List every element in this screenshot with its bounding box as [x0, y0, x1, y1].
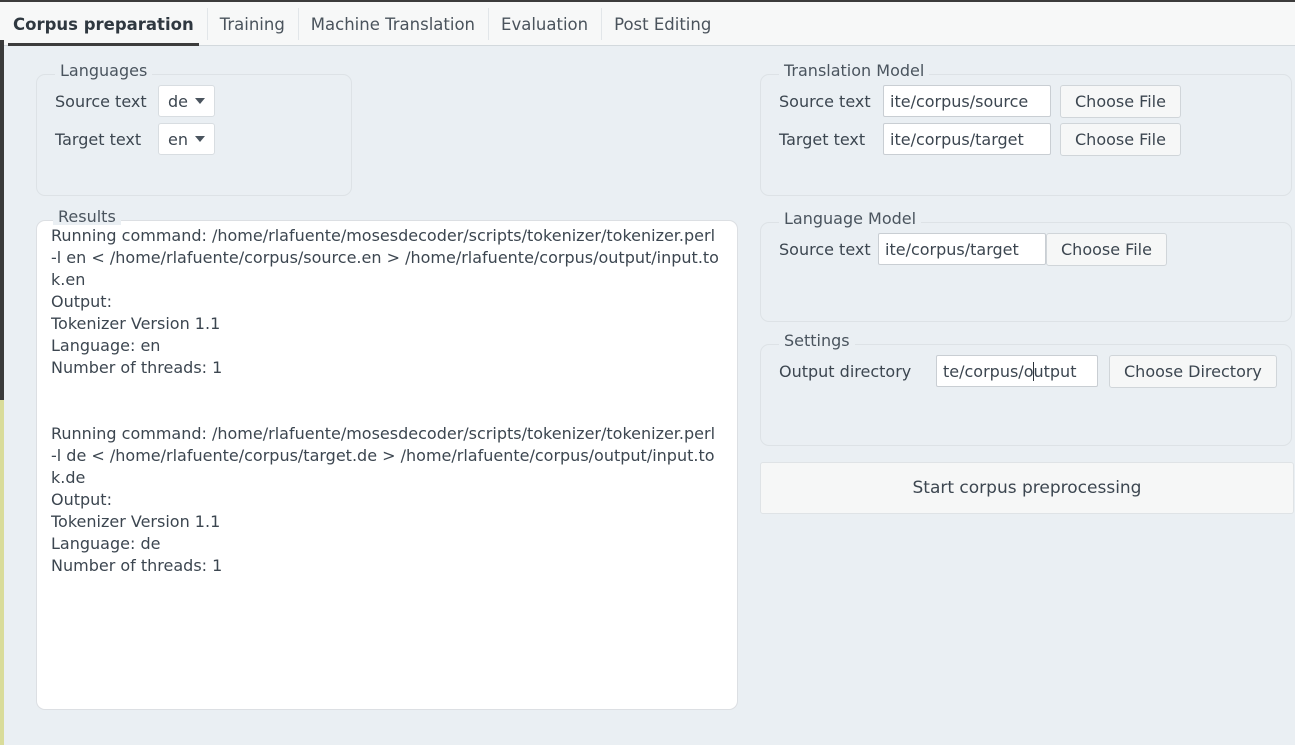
window-edge-strip-top [0, 40, 4, 400]
output-directory-input[interactable]: te/corpus/o utput [936, 355, 1098, 387]
tab-training[interactable]: Training [206, 2, 298, 46]
language-model-group: Language Model Source text ite/corpus/ta… [760, 211, 1292, 322]
languages-group: Languages Source text de Target text en [36, 63, 352, 196]
languages-source-row: Source text de [55, 85, 351, 117]
results-group: Results Running command: /home/rlafuente… [36, 209, 738, 710]
translation-source-row: Source text ite/corpus/source Choose Fil… [779, 84, 1291, 118]
choose-directory-button[interactable]: Choose Directory [1109, 354, 1277, 388]
results-output-text[interactable]: Running command: /home/rlafuente/mosesde… [51, 225, 723, 699]
target-language-dropdown[interactable]: en [158, 123, 215, 155]
output-directory-value-after-caret: utput [1033, 361, 1077, 381]
translation-model-group-legend: Translation Model [779, 63, 930, 79]
translation-target-label: Target text [779, 129, 866, 149]
settings-group: Settings Output directory te/corpus/o utp… [760, 333, 1292, 446]
results-group-legend: Results [53, 209, 121, 225]
language-model-source-label: Source text [779, 239, 871, 259]
language-model-source-path-value: ite/corpus/target [885, 239, 1019, 259]
language-model-group-legend: Language Model [779, 211, 922, 227]
settings-output-directory-label: Output directory [779, 361, 912, 381]
translation-target-path-input[interactable]: ite/corpus/target [883, 123, 1051, 155]
translation-target-choose-file-button[interactable]: Choose File [1060, 122, 1181, 156]
translation-target-path-value: ite/corpus/target [890, 129, 1024, 149]
languages-group-legend: Languages [55, 63, 153, 79]
source-language-value: de [168, 91, 188, 111]
tab-label: Evaluation [501, 14, 589, 34]
translation-source-label: Source text [779, 91, 871, 111]
languages-target-row: Target text en [55, 123, 351, 155]
tab-label: Training [219, 14, 285, 34]
languages-target-label: Target text [55, 129, 142, 149]
chevron-down-icon [194, 136, 205, 142]
languages-source-label: Source text [55, 91, 147, 111]
translation-source-path-value: ite/corpus/source [890, 91, 1029, 111]
tab-post-editing[interactable]: Post Editing [601, 2, 724, 46]
language-model-choose-file-button[interactable]: Choose File [1046, 232, 1167, 266]
settings-group-legend: Settings [779, 333, 855, 349]
tab-machine-translation[interactable]: Machine Translation [297, 2, 488, 46]
tab-label: Machine Translation [310, 14, 476, 34]
window-edge-strip-bottom [0, 400, 4, 745]
translation-model-group: Translation Model Source text ite/corpus… [760, 63, 1292, 196]
source-language-dropdown[interactable]: de [158, 85, 215, 117]
tab-label: Corpus preparation [13, 14, 194, 34]
translation-source-choose-file-button[interactable]: Choose File [1060, 84, 1181, 118]
tab-evaluation[interactable]: Evaluation [488, 2, 601, 46]
tab-label: Post Editing [614, 14, 712, 34]
start-corpus-preprocessing-button[interactable]: Start corpus preprocessing [760, 462, 1294, 514]
tab-bar: Corpus preparation Training Machine Tran… [0, 0, 1295, 46]
settings-output-row: Output directory te/corpus/o utput Choose… [779, 354, 1291, 388]
language-model-source-path-input[interactable]: ite/corpus/target [878, 233, 1046, 265]
translation-source-path-input[interactable]: ite/corpus/source [883, 85, 1051, 117]
corpus-preparation-panel: Languages Source text de Target text en [0, 46, 1295, 745]
tab-corpus-preparation[interactable]: Corpus preparation [0, 2, 207, 46]
translation-target-row: Target text ite/corpus/target Choose Fil… [779, 122, 1291, 156]
chevron-down-icon [195, 98, 205, 104]
target-language-value: en [168, 129, 188, 149]
language-model-source-row: Source text ite/corpus/target Choose Fil… [779, 232, 1291, 266]
application-window: Corpus preparation Training Machine Tran… [0, 0, 1295, 745]
output-directory-value-before-caret: te/corpus/o [943, 361, 1034, 381]
